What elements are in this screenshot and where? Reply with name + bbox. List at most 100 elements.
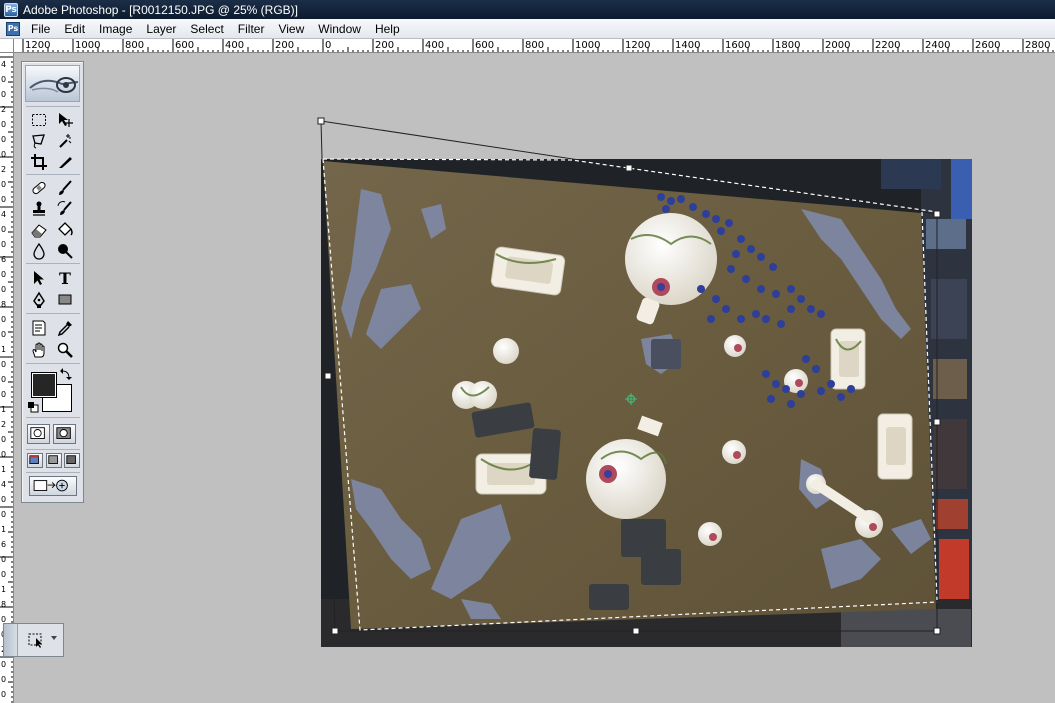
notes-tool[interactable] [28,318,50,338]
current-tool-preset-icon[interactable] [27,631,45,649]
infantry-figure [797,390,805,398]
eyedropper-tool[interactable] [54,318,76,338]
menu-view[interactable]: View [271,20,311,38]
ruler-label: 0 [1,315,6,324]
imageready-icon [33,479,68,492]
clone-stamp-tool[interactable] [28,199,50,219]
document-canvas[interactable] [321,159,972,647]
photoshop-app-icon[interactable]: Ps [4,2,18,17]
ruler-label: 1800 [775,40,800,51]
type-tool[interactable]: T [54,268,76,288]
pen-icon [33,291,45,308]
infantry-figure [797,295,805,303]
arrow-icon [34,271,44,285]
slice-tool[interactable] [54,152,76,172]
brush-tool[interactable] [54,178,76,198]
ruler-label: 0 [1,150,6,159]
document-icon[interactable]: Ps [6,21,20,36]
blur-tool[interactable] [28,241,50,261]
crop-tool[interactable] [28,152,50,172]
tools-separator [26,449,80,450]
menu-edit[interactable]: Edit [57,20,92,38]
tool-options-bar [3,623,64,657]
ruler-label: 2800 [1025,40,1050,51]
menu-file[interactable]: File [24,20,57,38]
type-icon: T [59,268,71,288]
ruler-label: 0 [1,660,6,669]
pen-tool[interactable] [28,290,50,310]
eraser-tool[interactable] [28,220,50,240]
tools-separator [26,174,80,175]
infantry-figure [667,197,675,205]
menu-window[interactable]: Window [311,20,368,38]
chevron-down-icon[interactable] [51,636,57,640]
menu-filter[interactable]: Filter [231,20,272,38]
notes-icon [32,320,46,336]
ruler-label: 1400 [675,40,700,51]
magic-wand-tool[interactable] [54,131,76,151]
menu-layer[interactable]: Layer [139,20,183,38]
window-icon [29,455,39,464]
ruler-label: 2 [1,105,6,114]
full-screen-icon [66,455,76,464]
eraser-icon [31,224,47,238]
infantry-figure [772,290,780,298]
infantry-figure [737,235,745,243]
ruler-label: 1000 [75,40,100,51]
menu-help[interactable]: Help [368,20,407,38]
vertical-ruler[interactable]: 4002000200400600800100012001400160018002… [0,53,14,703]
ruler-label: 1 [1,585,6,594]
lasso-tool[interactable] [28,131,50,151]
paint-bucket-tool[interactable] [54,220,76,240]
ruler-label: 400 [225,40,244,51]
path-selection-tool[interactable] [28,268,50,288]
quick-mask-button[interactable] [53,424,76,444]
tools-palette: T [21,61,84,503]
infantry-figure [712,295,720,303]
infantry-figure [817,387,825,395]
history-brush-tool[interactable] [54,199,76,219]
ruler-label: 6 [1,255,6,264]
ruler-origin[interactable] [0,39,14,53]
infantry-figure [787,305,795,313]
standard-mode-button[interactable] [27,424,50,444]
menu-image[interactable]: Image [92,20,139,38]
photoshop-logo[interactable] [25,65,80,102]
standard-screen-mode-button[interactable] [27,453,43,468]
ruler-label: 4 [1,60,6,69]
ruler-label: 0 [1,675,6,684]
foreground-color-swatch[interactable] [31,372,57,398]
infantry-figure [742,275,750,283]
zoom-tool[interactable] [54,340,76,360]
ruler-label: 1600 [725,40,750,51]
full-screen-menu-mode-button[interactable] [46,453,62,468]
ruler-label: 8 [1,300,6,309]
ruler-label: 1200 [25,40,50,51]
tools-separator [26,472,80,473]
ruler-label: 2 [1,165,6,174]
full-screen-mode-button[interactable] [64,453,80,468]
jump-to-imageready-button[interactable] [29,476,77,496]
ruler-label: 0 [1,330,6,339]
hand-tool[interactable] [28,340,50,360]
move-tool[interactable] [54,110,76,130]
healing-brush-tool[interactable] [28,178,50,198]
horizontal-ruler-ticks: 1200 1000 800 600 400 200 0 200 400 600 800 1000 120… [22,39,1054,52]
dodge-tool[interactable] [54,241,76,261]
swap-colors-icon[interactable] [60,368,72,380]
ruler-label: 0 [1,240,6,249]
infantry-figure [747,245,755,253]
palette-grip[interactable] [4,624,18,656]
ruler-label: 4 [1,210,6,219]
infantry-figure [725,219,733,227]
menu-select[interactable]: Select [183,20,230,38]
ruler-label: 800 [525,40,544,51]
horizontal-ruler[interactable]: 1200 1000 800 600 400 200 0 200 400 600 800 1000 120… [14,39,1055,53]
shape-tool[interactable] [54,290,76,310]
ruler-label: 0 [1,435,6,444]
bucket-icon [58,222,73,236]
default-colors-icon[interactable] [27,401,39,413]
infantry-figure [787,285,795,293]
transform-handle-top-left[interactable] [317,117,325,125]
marquee-tool[interactable] [28,110,50,130]
